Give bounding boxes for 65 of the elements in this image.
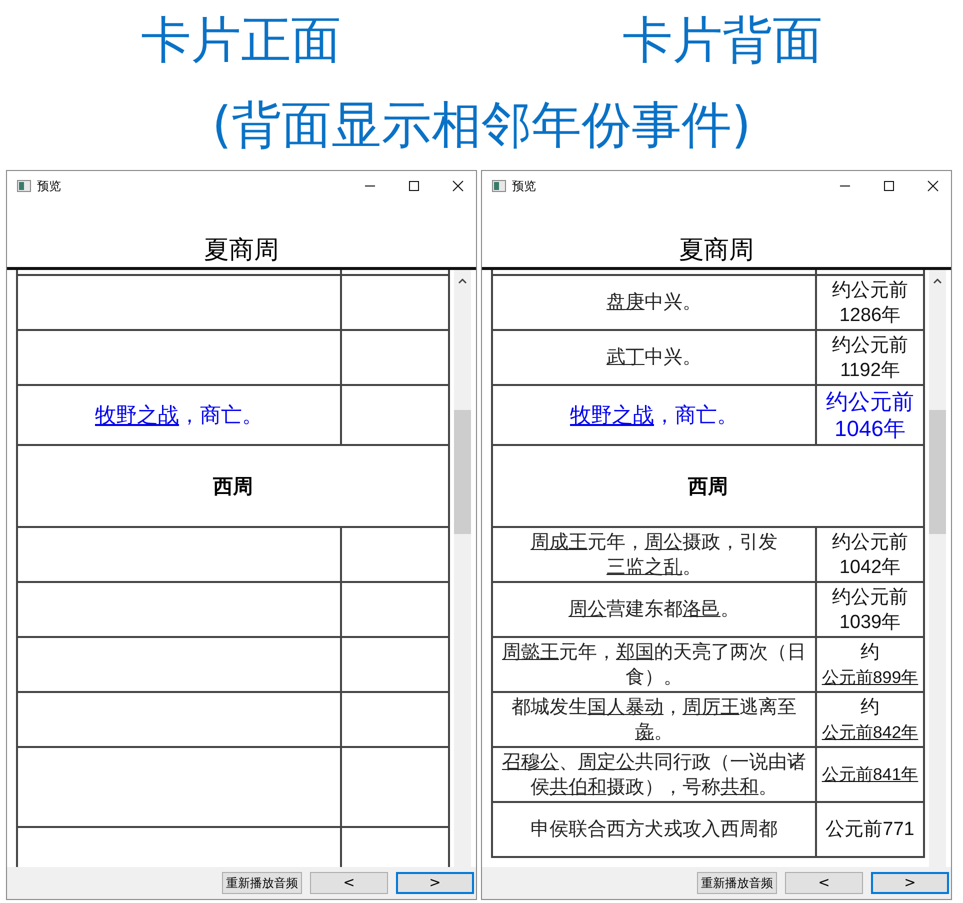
next-button[interactable]: > xyxy=(871,872,949,894)
maximize-icon[interactable] xyxy=(408,180,420,192)
front-caption: 卡片正面 xyxy=(140,10,342,71)
event-text: 召穆公、周定公共同行政（一说由诸侯共伯和摄政），号称共和。 xyxy=(502,752,806,798)
close-icon[interactable] xyxy=(927,180,939,192)
event-text: 盘庚中兴。 xyxy=(606,292,702,313)
period-heading: 西周 xyxy=(213,476,253,498)
event-link[interactable]: 郑国 xyxy=(616,642,654,662)
event-link[interactable]: 牧野之战 xyxy=(95,402,179,426)
event-link[interactable]: 盘庚 xyxy=(606,292,644,313)
scroll-up-icon[interactable] xyxy=(933,278,942,284)
previous-button[interactable]: < xyxy=(785,872,863,894)
event-text: 周公营建东都洛邑。 xyxy=(568,599,740,620)
scrollbar-thumb[interactable] xyxy=(454,410,471,534)
replay-audio-button[interactable]: 重新播放音频 xyxy=(222,872,302,894)
next-button[interactable]: > xyxy=(396,872,474,894)
event-link[interactable]: 周成王 xyxy=(530,532,588,552)
date-text: 约 公元前842年 xyxy=(820,696,920,744)
event-link[interactable]: 彘 xyxy=(635,722,654,742)
date-text: 约 公元前899年 xyxy=(820,640,920,688)
event-link[interactable]: 牧野之战 xyxy=(570,402,654,426)
event-link[interactable]: 周厉王 xyxy=(682,696,740,718)
window-title: 预览 xyxy=(512,178,536,194)
window-title: 预览 xyxy=(37,178,61,194)
event-link[interactable]: 洛邑 xyxy=(682,599,720,620)
scrollbar[interactable] xyxy=(454,270,471,867)
event-text: 牧野之战，商亡。 xyxy=(570,402,738,426)
date-text: 公元前771 xyxy=(826,818,914,842)
period-heading: 西周 xyxy=(688,476,728,498)
event-text: 牧野之战，商亡。 xyxy=(95,402,263,426)
date-text: 约公元前1286年 xyxy=(831,278,909,328)
event-link[interactable]: 周懿王 xyxy=(502,642,559,662)
date-text: 约公元前1046年 xyxy=(825,388,915,442)
event-text: 申侯联合西方犬戎攻入西周都 xyxy=(530,819,778,840)
date-link[interactable]: 公元前842年 xyxy=(822,722,918,742)
scrollbar[interactable] xyxy=(929,270,946,867)
event-link[interactable]: 共和 xyxy=(720,776,758,798)
event-link[interactable]: 周公 xyxy=(568,599,606,620)
event-link[interactable]: 共伯和 xyxy=(550,776,606,798)
event-text: 都城发生国人暴动，周厉王逃离至 彘。 xyxy=(512,696,796,742)
event-link[interactable]: 武丁 xyxy=(606,347,644,368)
window-icon xyxy=(17,180,31,192)
close-icon[interactable] xyxy=(452,180,464,192)
event-text: 武丁中兴。 xyxy=(606,347,702,368)
maximize-icon[interactable] xyxy=(883,180,895,192)
replay-audio-button[interactable]: 重新播放音频 xyxy=(697,872,777,894)
date-text: 约公元前1192年 xyxy=(831,334,909,382)
date-link[interactable]: 公元前899年 xyxy=(822,668,918,686)
event-text: 周成王元年，周公摄政，引发 三监之乱。 xyxy=(530,532,778,578)
card-heading: 夏商周 xyxy=(678,236,755,266)
back-caption: 卡片背面 xyxy=(621,10,824,71)
event-link[interactable]: 周公 xyxy=(644,532,682,552)
event-link[interactable]: 召穆公 xyxy=(502,752,559,772)
previous-button[interactable]: < xyxy=(310,872,388,894)
date-text: 约公元前1042年 xyxy=(831,530,909,580)
scrollbar-thumb[interactable] xyxy=(929,410,946,534)
window-icon xyxy=(492,180,506,192)
scroll-up-icon[interactable] xyxy=(458,278,467,284)
event-link[interactable]: 国人暴动 xyxy=(588,696,664,718)
event-link[interactable]: 三监之乱 xyxy=(606,556,682,578)
card-heading: 夏商周 xyxy=(203,236,280,266)
note-caption: (背面显示相邻年份事件) xyxy=(212,95,751,156)
event-link[interactable]: 周定公 xyxy=(578,752,635,772)
date-text: 约公元前1039年 xyxy=(831,586,909,634)
event-text: 周懿王元年，郑国的天亮了两次（日食）。 xyxy=(502,642,806,688)
